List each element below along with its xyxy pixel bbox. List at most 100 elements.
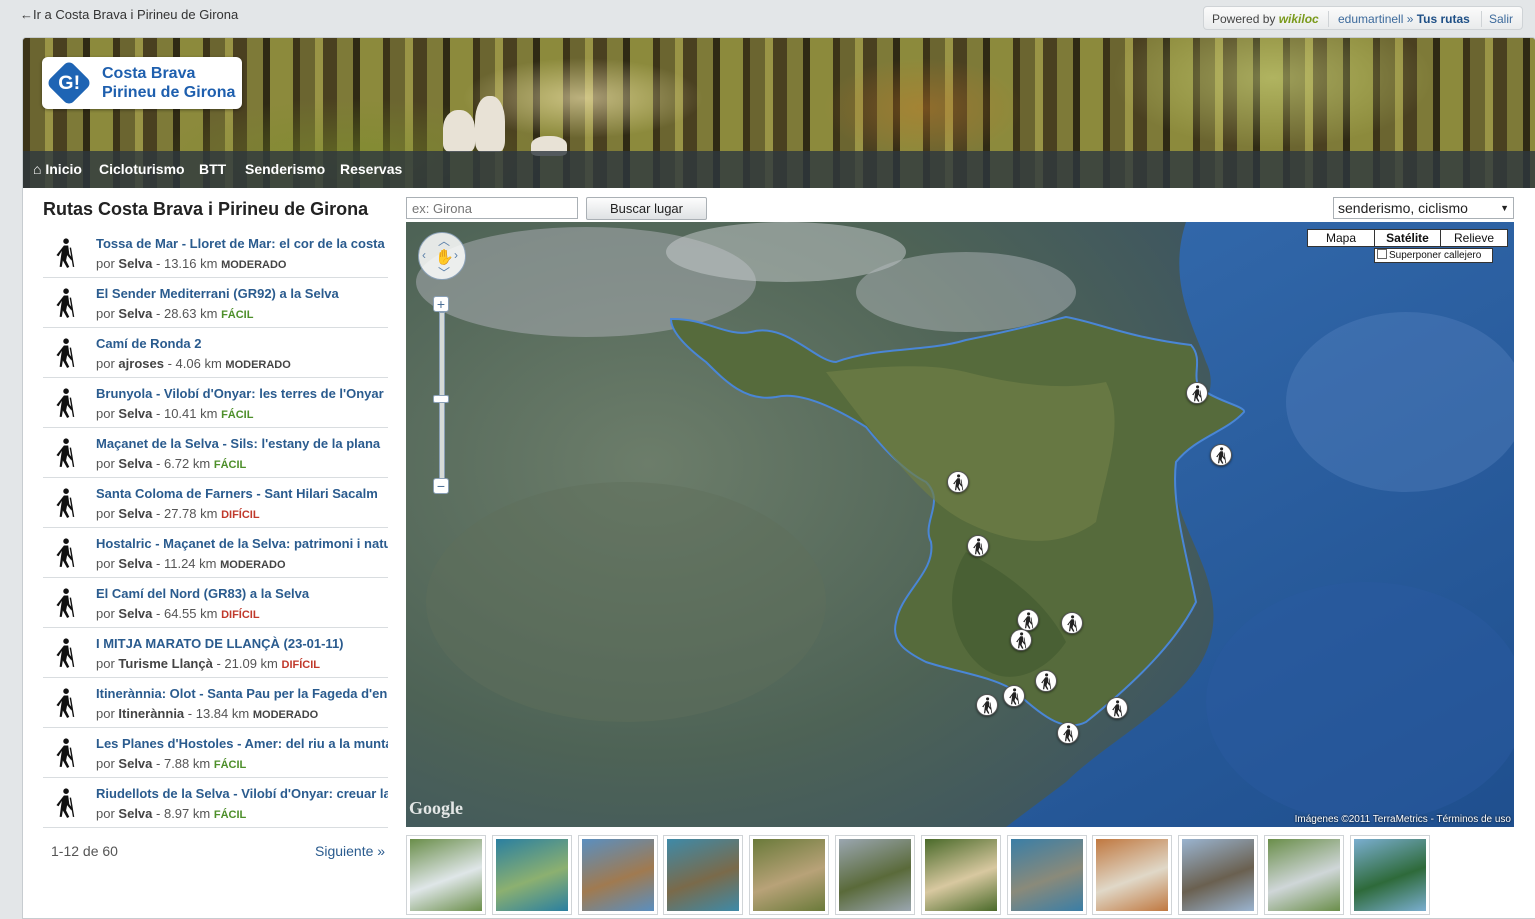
photo-thumbnail[interactable] bbox=[920, 835, 1001, 915]
photo-thumbnail[interactable] bbox=[1349, 835, 1430, 915]
by-label: por bbox=[96, 556, 115, 571]
route-author-link[interactable]: Itinerànnia bbox=[118, 706, 184, 721]
hiker-marker-icon[interactable] bbox=[1061, 612, 1083, 634]
difficulty-badge: DIFÍCIL bbox=[281, 659, 321, 671]
route-meta: por Selva - 10.41 km FÁCIL bbox=[96, 406, 254, 421]
pan-left-icon[interactable]: ‹ bbox=[422, 248, 426, 262]
route-list-item[interactable]: Hostalric - Maçanet de la Selva: patrimo… bbox=[43, 528, 388, 578]
photo-thumbnail[interactable] bbox=[406, 835, 486, 915]
nav-item-inicio[interactable]: ⌂ Inicio bbox=[33, 161, 82, 177]
route-list-item[interactable]: Camí de Ronda 2 por ajroses - 4.06 km MOD… bbox=[43, 328, 388, 378]
nav-item-senderismo[interactable]: Senderismo bbox=[245, 161, 325, 177]
hiker-marker-icon[interactable] bbox=[1186, 382, 1208, 404]
route-name-link[interactable]: Itinerànnia: Olot - Santa Pau per la Fag… bbox=[96, 686, 388, 701]
route-author-link[interactable]: Selva bbox=[118, 456, 152, 471]
route-name-link[interactable]: Camí de Ronda 2 bbox=[96, 336, 388, 351]
hiker-marker-icon[interactable] bbox=[1017, 609, 1039, 631]
route-list-item[interactable]: Maçanet de la Selva - Sils: l'estany de … bbox=[43, 428, 388, 478]
route-list-item[interactable]: El Sender Mediterrani (GR92) a la Selva p… bbox=[43, 278, 388, 328]
route-list-item[interactable]: I MITJA MARATO DE LLANÇÀ (23-01-11) por T… bbox=[43, 628, 388, 678]
site-logo[interactable]: G! Costa Brava Pirineu de Girona bbox=[42, 57, 242, 109]
photo-thumbnail[interactable] bbox=[1264, 835, 1344, 915]
route-list-item[interactable]: El Camí del Nord (GR83) a la Selva por Se… bbox=[43, 578, 388, 628]
overlay-checkbox[interactable] bbox=[1377, 249, 1387, 259]
activity-type-select[interactable]: senderismo, ciclismo ▼ bbox=[1333, 197, 1514, 219]
google-logo[interactable]: Google bbox=[409, 798, 463, 819]
hiker-marker-icon[interactable] bbox=[1035, 670, 1057, 692]
route-author-link[interactable]: ajroses bbox=[118, 356, 164, 371]
zoom-out-button[interactable]: − bbox=[433, 478, 449, 494]
route-list-item[interactable]: Tossa de Mar - Lloret de Mar: el cor de … bbox=[43, 228, 388, 278]
map-pan-control[interactable]: ︿ ‹ ✋ › ﹀ bbox=[418, 232, 466, 280]
hiker-marker-icon[interactable] bbox=[1106, 697, 1128, 719]
route-list-item[interactable]: Riudellots de la Selva - Vilobí d'Onyar:… bbox=[43, 778, 388, 828]
route-author-link[interactable]: Selva bbox=[118, 806, 152, 821]
hiker-marker-icon[interactable] bbox=[1010, 629, 1032, 651]
nav-item-btt[interactable]: BTT bbox=[199, 161, 226, 177]
photo-thumbnail[interactable] bbox=[1092, 835, 1173, 915]
route-name-link[interactable]: Santa Coloma de Farners - Sant Hilari Sa… bbox=[96, 486, 388, 501]
zoom-slider-thumb[interactable] bbox=[433, 395, 449, 403]
nav-item-reservas[interactable]: Reservas bbox=[340, 161, 402, 177]
hiker-marker-icon[interactable] bbox=[976, 694, 998, 716]
map-type-relieve[interactable]: Relieve bbox=[1440, 229, 1508, 247]
map-attribution[interactable]: Imágenes ©2011 TerraMetrics - Términos d… bbox=[1295, 814, 1511, 825]
photo-thumbnail[interactable] bbox=[749, 835, 830, 915]
photo-thumbnail[interactable] bbox=[835, 835, 915, 915]
route-name-link[interactable]: El Camí del Nord (GR83) a la Selva bbox=[96, 586, 388, 601]
my-routes-link[interactable]: Tus rutas bbox=[1417, 12, 1470, 26]
powered-by[interactable]: Powered by wikiloc bbox=[1212, 7, 1319, 31]
pan-down-icon[interactable]: ﹀ bbox=[438, 264, 450, 281]
photo-thumbnail[interactable] bbox=[663, 835, 744, 915]
route-map[interactable]: ︿ ‹ ✋ › ﹀ + − Mapa Satélite Relieve Supe… bbox=[406, 222, 1514, 827]
difficulty-badge: DIFÍCIL bbox=[221, 509, 260, 521]
logout-link[interactable]: Salir bbox=[1489, 7, 1513, 31]
route-author-link[interactable]: Turisme Llançà bbox=[118, 656, 212, 671]
hiker-marker-icon[interactable] bbox=[967, 535, 989, 557]
route-list-item[interactable]: Les Planes d'Hostoles - Amer: del riu a … bbox=[43, 728, 388, 778]
username-link[interactable]: edumartinell bbox=[1338, 12, 1403, 26]
difficulty-badge: FÁCIL bbox=[213, 759, 247, 771]
route-name-link[interactable]: Les Planes d'Hostoles - Amer: del riu a … bbox=[96, 736, 388, 751]
photo-thumbnail[interactable] bbox=[491, 835, 572, 915]
route-name-link[interactable]: Hostalric - Maçanet de la Selva: patrimo… bbox=[96, 536, 388, 551]
route-list-item[interactable]: Itinerànnia: Olot - Santa Pau per la Fag… bbox=[43, 678, 388, 728]
route-author-link[interactable]: Selva bbox=[118, 306, 152, 321]
route-name-link[interactable]: El Sender Mediterrani (GR92) a la Selva bbox=[96, 286, 388, 301]
route-author-link[interactable]: Selva bbox=[118, 556, 152, 571]
route-name-link[interactable]: Maçanet de la Selva - Sils: l'estany de … bbox=[96, 436, 388, 451]
map-type-satelite[interactable]: Satélite bbox=[1374, 229, 1441, 247]
place-search-input[interactable] bbox=[406, 197, 578, 219]
route-name-link[interactable]: Tossa de Mar - Lloret de Mar: el cor de … bbox=[96, 236, 388, 251]
route-author-link[interactable]: Selva bbox=[118, 506, 152, 521]
route-list-item[interactable]: Brunyola - Vilobí d'Onyar: les terres de… bbox=[43, 378, 388, 428]
back-to-site-link[interactable]: ←Ir a Costa Brava i Pirineu de Girona bbox=[20, 7, 238, 22]
route-author-link[interactable]: Selva bbox=[118, 406, 152, 421]
hiker-marker-icon[interactable] bbox=[1057, 722, 1079, 744]
search-place-button[interactable]: Buscar lugar bbox=[586, 197, 707, 220]
top-bar: ←Ir a Costa Brava i Pirineu de Girona Po… bbox=[0, 0, 1535, 34]
route-author-link[interactable]: Selva bbox=[118, 606, 152, 621]
pan-up-icon[interactable]: ︿ bbox=[438, 232, 450, 249]
hiker-marker-icon[interactable] bbox=[1003, 685, 1025, 707]
street-overlay-option[interactable]: Superponer callejero bbox=[1374, 248, 1493, 263]
photo-thumbnail[interactable] bbox=[1006, 835, 1087, 915]
route-list-item[interactable]: Santa Coloma de Farners - Sant Hilari Sa… bbox=[43, 478, 388, 528]
map-type-mapa[interactable]: Mapa bbox=[1307, 229, 1375, 247]
nav-item-cicloturismo[interactable]: Cicloturismo bbox=[99, 161, 185, 177]
route-distance: 6.72 km bbox=[163, 456, 211, 471]
route-name-link[interactable]: Riudellots de la Selva - Vilobí d'Onyar:… bbox=[96, 786, 388, 801]
banner-photo-hiker bbox=[443, 110, 475, 152]
route-name-link[interactable]: I MITJA MARATO DE LLANÇÀ (23-01-11) bbox=[96, 636, 388, 651]
next-page-link[interactable]: Siguiente » bbox=[315, 843, 385, 859]
route-distance: 8.97 km bbox=[163, 806, 211, 821]
zoom-in-button[interactable]: + bbox=[433, 296, 449, 312]
photo-thumbnail[interactable] bbox=[1178, 835, 1259, 915]
route-author-link[interactable]: Selva bbox=[118, 756, 152, 771]
hiker-marker-icon[interactable] bbox=[1210, 444, 1232, 466]
route-author-link[interactable]: Selva bbox=[118, 256, 152, 271]
hiker-marker-icon[interactable] bbox=[947, 471, 969, 493]
route-name-link[interactable]: Brunyola - Vilobí d'Onyar: les terres de… bbox=[96, 386, 388, 401]
pan-right-icon[interactable]: › bbox=[454, 248, 458, 262]
photo-thumbnail[interactable] bbox=[577, 835, 658, 915]
